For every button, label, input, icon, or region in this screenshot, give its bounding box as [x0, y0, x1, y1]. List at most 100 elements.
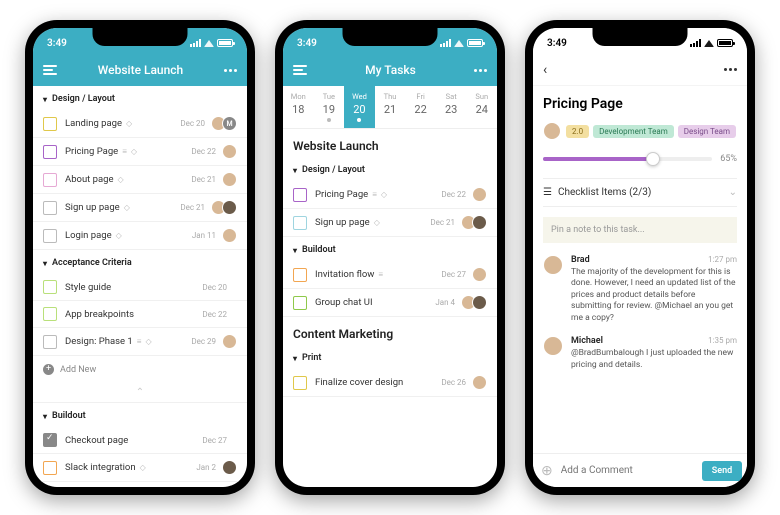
task-row[interactable]: About page◇Dec 21: [33, 166, 247, 194]
avatar[interactable]: [472, 375, 487, 390]
back-icon[interactable]: ‹: [543, 62, 547, 78]
comment: Brad1:27 pmThe majority of the developme…: [543, 255, 737, 324]
task-label[interactable]: Invitation flow≡: [315, 269, 433, 280]
menu-icon[interactable]: [43, 65, 57, 75]
task-checkbox[interactable]: [43, 229, 57, 243]
task-checkbox[interactable]: [293, 268, 307, 282]
task-checkbox[interactable]: [43, 173, 57, 187]
caret-icon: ▾: [293, 354, 297, 363]
avatar[interactable]: [222, 460, 237, 475]
task-label[interactable]: Login page◇: [65, 230, 184, 241]
section-header[interactable]: ▾Print: [283, 345, 497, 369]
task-avatars: [476, 187, 487, 202]
task-checkbox[interactable]: [293, 296, 307, 310]
task-checkbox[interactable]: [43, 280, 57, 294]
task-label[interactable]: Pricing Page≡◇: [65, 146, 183, 157]
task-checkbox[interactable]: [43, 307, 57, 321]
task-label[interactable]: Style guide: [65, 282, 194, 293]
task-checkbox[interactable]: [43, 433, 57, 447]
collapse-icon[interactable]: ⌃: [33, 383, 247, 403]
add-attachment-icon[interactable]: ⊕: [541, 463, 553, 479]
avatar[interactable]: [222, 144, 237, 159]
more-icon[interactable]: [724, 68, 737, 71]
task-row[interactable]: Landing page◇Dec 20M: [33, 110, 247, 138]
avatar[interactable]: [543, 336, 563, 356]
avatar[interactable]: [222, 334, 237, 349]
avatar[interactable]: [222, 228, 237, 243]
task-checkbox[interactable]: [43, 117, 57, 131]
more-icon[interactable]: [224, 69, 237, 72]
task-label[interactable]: About page◇: [65, 174, 183, 185]
task-checkbox[interactable]: [43, 461, 57, 475]
task-checkbox[interactable]: [43, 201, 57, 215]
avatar[interactable]: [472, 295, 487, 310]
calendar-day[interactable]: Thu21: [375, 86, 406, 128]
task-label[interactable]: Landing page◇: [65, 118, 172, 129]
task-label[interactable]: Design: Phase 1≡◇: [65, 336, 183, 347]
section-header[interactable]: ▾Design / Layout: [33, 86, 247, 110]
comment-icon: ◇: [126, 119, 132, 128]
tag[interactable]: 2.0: [566, 125, 589, 138]
task-row[interactable]: Slack integration◇Jan 2: [33, 454, 247, 482]
avatar[interactable]: [472, 215, 487, 230]
task-label[interactable]: Finalize cover design: [315, 377, 433, 388]
task-list[interactable]: Website Launch▾Design / LayoutPricing Pa…: [283, 129, 497, 484]
task-row[interactable]: Checkout pageDec 27: [33, 427, 247, 454]
task-row[interactable]: Sign up page◇Dec 21: [283, 209, 497, 237]
task-label[interactable]: Slack integration◇: [65, 462, 188, 473]
task-row[interactable]: Login page◇Jan 11: [33, 222, 247, 250]
send-button[interactable]: Send: [702, 461, 742, 481]
avatar[interactable]: [543, 255, 563, 275]
section-header[interactable]: ▾Acceptance Criteria: [33, 250, 247, 274]
task-checkbox[interactable]: [43, 145, 57, 159]
task-row[interactable]: Pricing Page≡◇Dec 22: [33, 138, 247, 166]
task-row[interactable]: Invitation flow≡Dec 27: [283, 261, 497, 289]
progress-slider[interactable]: [543, 157, 712, 161]
comment-time: 1:35 pm: [708, 336, 737, 346]
task-row[interactable]: Sign up page◇Dec 21: [33, 194, 247, 222]
tag[interactable]: Design Team: [678, 125, 736, 138]
notch: [593, 28, 688, 46]
calendar-day[interactable]: Wed20: [344, 86, 375, 128]
avatar[interactable]: [472, 267, 487, 282]
task-label[interactable]: App breakpoints: [65, 309, 194, 320]
task-label[interactable]: Sign up page◇: [315, 217, 422, 228]
task-row[interactable]: Finalize cover designDec 26: [283, 369, 497, 397]
add-new-button[interactable]: +Add New: [33, 356, 247, 383]
task-label[interactable]: Pricing Page≡◇: [315, 189, 433, 200]
comment-input[interactable]: [561, 465, 694, 476]
tag[interactable]: Development Team: [593, 125, 674, 138]
section-header[interactable]: ▾Design / Layout: [283, 157, 497, 181]
task-checkbox[interactable]: [293, 188, 307, 202]
avatar[interactable]: [222, 172, 237, 187]
task-row[interactable]: Style guideDec 20: [33, 274, 247, 301]
avatar[interactable]: M: [222, 116, 237, 131]
avatar[interactable]: [472, 187, 487, 202]
calendar-day[interactable]: Fri22: [405, 86, 436, 128]
section-header[interactable]: ▾Buildout: [283, 237, 497, 261]
avatar[interactable]: [222, 200, 237, 215]
task-row[interactable]: Pricing Page≡◇Dec 22: [283, 181, 497, 209]
task-list[interactable]: ▾Design / LayoutLanding page◇Dec 20MPric…: [33, 86, 247, 487]
task-checkbox[interactable]: [293, 376, 307, 390]
assignee-avatar[interactable]: [543, 122, 561, 140]
task-row[interactable]: Group chat UIJan 4: [283, 289, 497, 317]
task-label[interactable]: Group chat UI: [315, 297, 427, 308]
menu-icon[interactable]: [293, 65, 307, 75]
task-label[interactable]: Checkout page: [65, 435, 194, 446]
task-row[interactable]: App breakpointsDec 22: [33, 301, 247, 328]
task-checkbox[interactable]: [293, 216, 307, 230]
detail-body[interactable]: Pricing Page 2.0Development TeamDesign T…: [533, 86, 747, 453]
more-icon[interactable]: [474, 69, 487, 72]
calendar-day[interactable]: Mon18: [283, 86, 314, 128]
task-row[interactable]: Design: Phase 1≡◇Dec 29: [33, 328, 247, 356]
pin-note-input[interactable]: Pin a note to this task...: [543, 217, 737, 243]
task-checkbox[interactable]: [43, 335, 57, 349]
calendar-day[interactable]: Tue19: [314, 86, 345, 128]
slider-thumb[interactable]: [646, 152, 660, 166]
task-label[interactable]: Sign up page◇: [65, 202, 172, 213]
checklist-toggle[interactable]: ☰Checklist Items (2/3) ⌄: [543, 178, 737, 207]
calendar-day[interactable]: Sat23: [436, 86, 467, 128]
calendar-day[interactable]: Sun24: [466, 86, 497, 128]
section-header[interactable]: ▾Buildout: [33, 403, 247, 427]
